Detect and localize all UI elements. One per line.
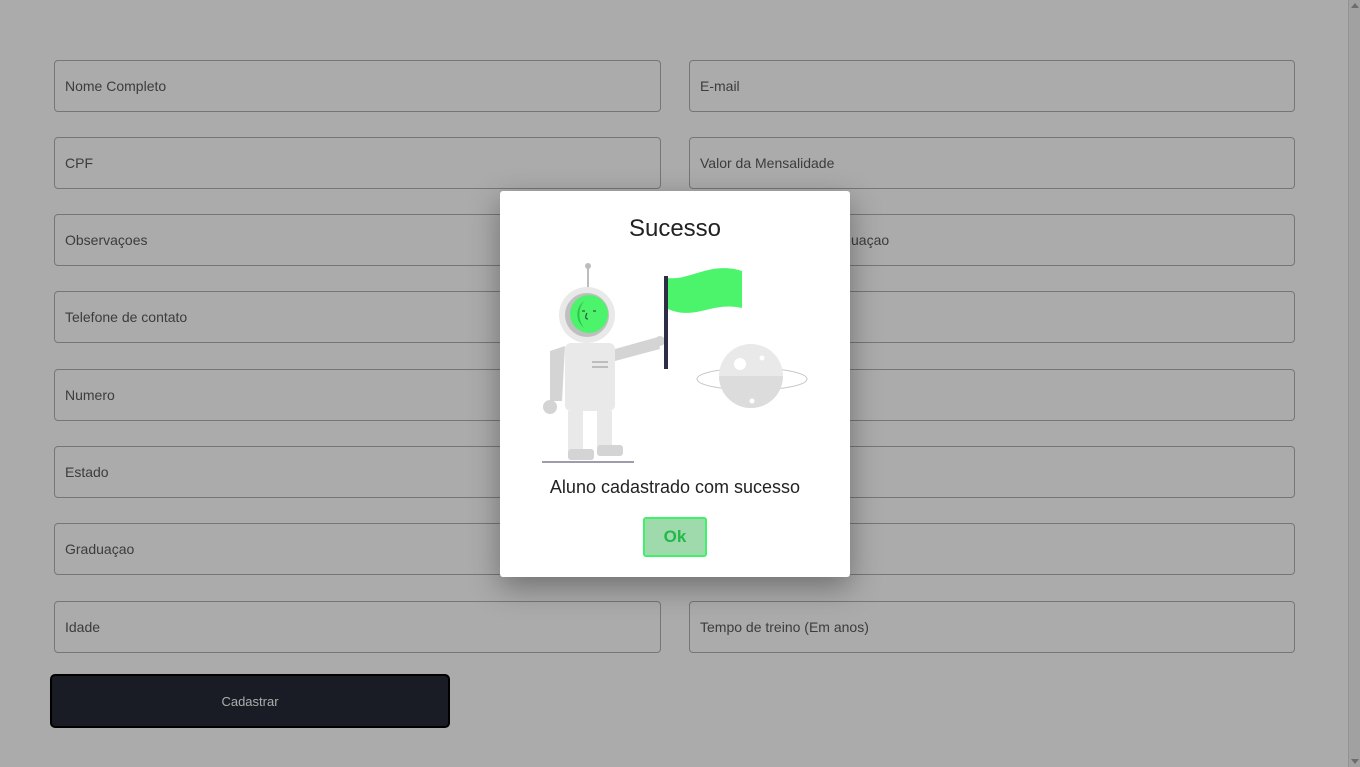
success-dialog: Sucesso Aluno cadastrado com sucesso Ok xyxy=(500,191,850,577)
dialog-title: Sucesso xyxy=(628,215,722,242)
dialog-message: Aluno cadastrado com sucesso xyxy=(549,477,801,497)
ok-button[interactable]: Ok xyxy=(643,517,707,557)
astronaut-flag-illustration xyxy=(542,263,808,463)
